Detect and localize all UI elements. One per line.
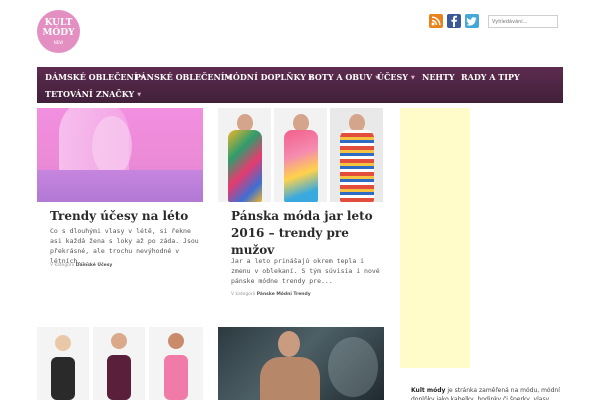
- image-head-shape: [278, 331, 300, 357]
- post-2-category-link[interactable]: Pánske Módni Trendy: [257, 292, 311, 297]
- post-1-excerpt: Co s dlouhými vlasy v létě, si řekne asi…: [50, 227, 199, 265]
- meta-prefix: V kategorii: [231, 292, 256, 297]
- image-corset-shape: [107, 355, 131, 400]
- nav-label: NEHTY: [422, 72, 455, 82]
- nav-item-rady-a-tipy[interactable]: RADY A TIPY: [461, 72, 520, 82]
- nav-item-panske-obleceni[interactable]: PÁNSKÉ OBLEČENÍ ▼: [135, 72, 231, 84]
- main-nav: DÁMSKÉ OBLEČENÍ ▼ PÁNSKÉ OBLEČENÍ ▼ MÓDNÍ …: [37, 67, 563, 103]
- nav-item-nehty[interactable]: NEHTY: [422, 72, 455, 82]
- post-3-image[interactable]: [37, 327, 203, 400]
- twitter-icon[interactable]: [465, 14, 479, 28]
- image-panel: [218, 108, 271, 202]
- sidebar-ad[interactable]: [400, 108, 470, 368]
- image-panel: [37, 327, 89, 400]
- image-panel: [93, 327, 145, 400]
- nav-label: DÁMSKÉ OBLEČENÍ: [45, 72, 138, 82]
- chevron-down-icon: ▼: [137, 92, 142, 98]
- image-head-shape: [55, 335, 71, 351]
- post-2-excerpt: Jar a leto prinášajú okrem tepla i zmenu…: [231, 257, 380, 285]
- nav-label: RADY A TIPY: [461, 72, 520, 82]
- post-1-category-link[interactable]: Dámské Účesy: [76, 263, 113, 268]
- image-corset-shape: [51, 357, 75, 400]
- nav-item-damske-obleceni[interactable]: DÁMSKÉ OBLEČENÍ ▼: [45, 72, 144, 84]
- image-panel: [274, 108, 327, 202]
- image-corset-shape: [164, 355, 188, 400]
- image-smoke-shape: [328, 337, 378, 397]
- rss-icon[interactable]: [429, 14, 443, 28]
- logo-tagline: NEW: [53, 40, 64, 45]
- image-head-shape: [111, 333, 127, 349]
- image-head-shape: [168, 333, 184, 349]
- nav-item-ucesy[interactable]: ÚČESY ▼: [377, 72, 415, 84]
- image-shirt-shape: [340, 130, 374, 202]
- image-shirt-shape: [228, 130, 262, 202]
- image-shirt-shape: [284, 130, 318, 202]
- image-panel: [330, 108, 383, 202]
- post-2-meta: V kategorii Pánske Módni Trendy: [231, 292, 311, 297]
- image-face-shape: [92, 116, 132, 176]
- page: KULT MÓDY NEW DÁMSKÉ OBLEČENÍ▼ PÁNSKÉ OB…: [0, 0, 600, 400]
- nav-item-boty-a-obuv[interactable]: BOTY A OBUV ▼: [308, 72, 379, 84]
- nav-label: TETOVÁNÍ: [45, 89, 93, 99]
- nav-label: BOTY A OBUV: [308, 72, 373, 82]
- image-panel: [149, 327, 203, 400]
- about-brand: Kult módy: [411, 387, 446, 394]
- nav-item-znacky[interactable]: ZNAČKY ▼: [96, 89, 141, 101]
- logo-line-1: KULT: [44, 18, 73, 28]
- nav-item-modni-doplnky[interactable]: MÓDNÍ DOPLŇKY ▼: [224, 72, 313, 84]
- facebook-icon[interactable]: [447, 14, 461, 28]
- image-torso-shape: [260, 357, 320, 400]
- meta-prefix: V kategorii: [50, 263, 75, 268]
- post-1-meta: V kategorii Dámské Účesy: [50, 263, 112, 268]
- nav-label: ÚČESY: [377, 72, 408, 82]
- nav-label: ZNAČKY: [96, 89, 135, 99]
- nav-item-tetovani[interactable]: TETOVÁNÍ: [45, 89, 93, 99]
- post-4-image[interactable]: [218, 327, 384, 400]
- image-sea-shape: [37, 170, 203, 202]
- about-text: Kult módy je stránka zaměřená na módu, m…: [411, 386, 561, 400]
- site-logo[interactable]: KULT MÓDY NEW: [37, 10, 80, 53]
- search-input[interactable]: [488, 15, 558, 28]
- chevron-down-icon: ▼: [410, 75, 415, 81]
- post-2-image[interactable]: [218, 108, 384, 202]
- post-2-title[interactable]: Pánska móda jar leto 2016 – trendy pre m…: [231, 208, 381, 259]
- post-1-title[interactable]: Trendy účesy na léto: [50, 208, 200, 225]
- nav-label: PÁNSKÉ OBLEČENÍ: [135, 72, 225, 82]
- logo-line-2: MÓDY: [42, 28, 75, 38]
- post-1-image[interactable]: [37, 108, 203, 202]
- nav-label: MÓDNÍ DOPLŇKY: [224, 72, 306, 82]
